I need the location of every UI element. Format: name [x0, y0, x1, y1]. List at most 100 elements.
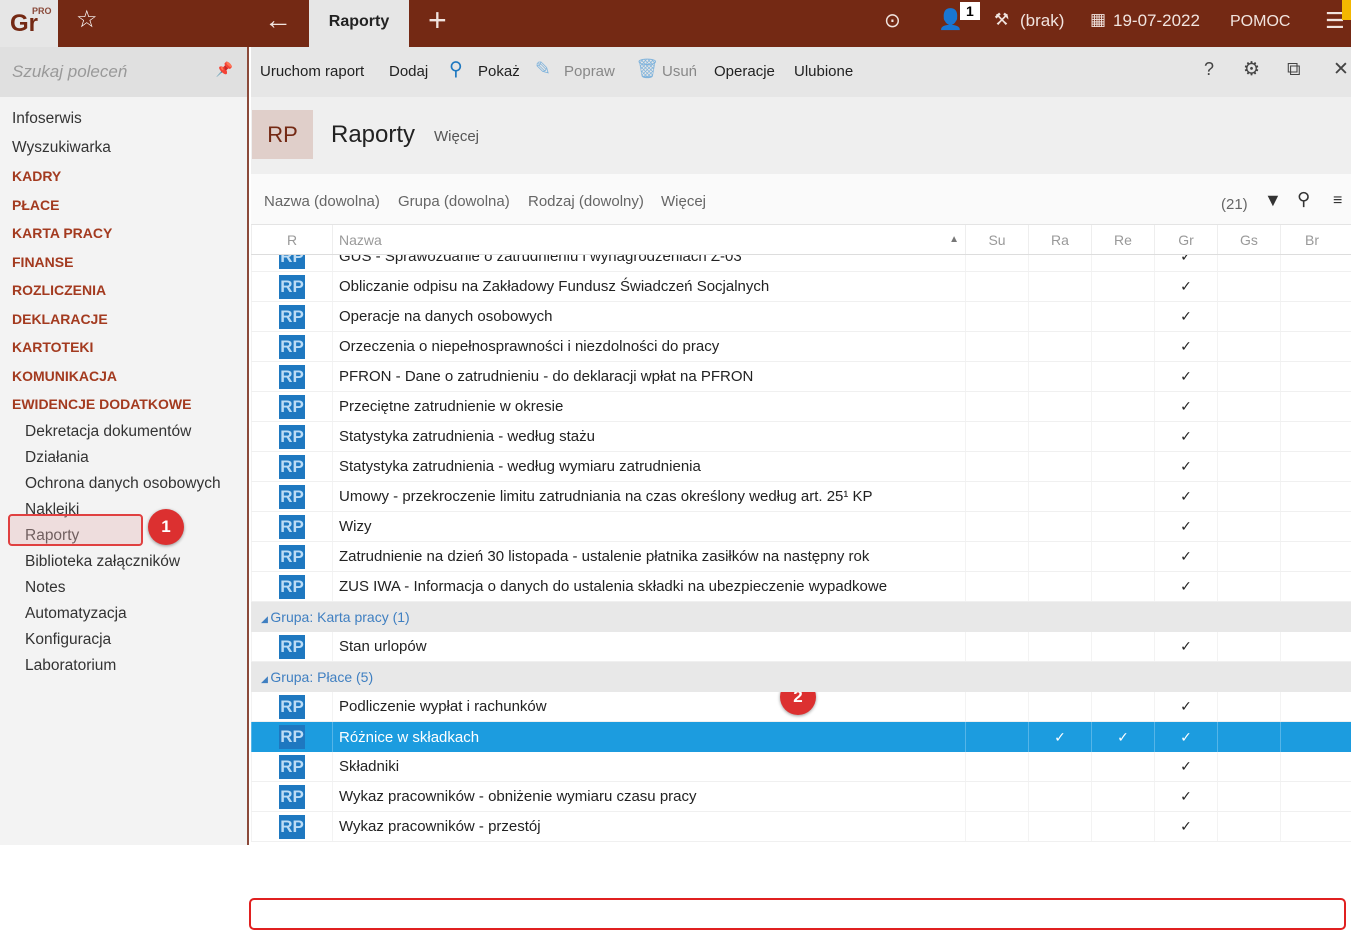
check-cell [965, 512, 1028, 541]
check-cell [965, 752, 1028, 781]
restore-window-icon[interactable]: ⧉ [1287, 59, 1301, 82]
header-more-link[interactable]: Więcej [434, 128, 479, 146]
filter-more[interactable]: Więcej [661, 193, 706, 211]
report-icon: RP [279, 574, 305, 599]
sidebar-item[interactable]: Infoserwis [0, 105, 247, 134]
edit-button[interactable]: Popraw [564, 63, 615, 81]
column-header[interactable]: Re [1091, 225, 1154, 254]
main-panel: Uruchom raport Dodaj ⚲ Pokaż ✎ Popraw 🗑 … [249, 47, 1351, 930]
table-row[interactable]: RP Wizy ✓ [251, 512, 1351, 542]
table-row[interactable]: RP Wykaz pracowników - przestój ✓ [251, 812, 1351, 842]
sidebar-item[interactable]: Konfiguracja [0, 627, 247, 653]
delete-button[interactable]: Usuń [662, 63, 697, 81]
add-button[interactable]: Dodaj [389, 63, 428, 81]
sidebar-item[interactable]: Biblioteka załączników [0, 549, 247, 575]
tab-raporty[interactable]: Raporty [309, 0, 409, 47]
date-label[interactable]: 19-07-2022 [1113, 11, 1200, 31]
sidebar-item[interactable]: KARTA PRACY [0, 219, 247, 248]
toolbar: Uruchom raport Dodaj ⚲ Pokaż ✎ Popraw 🗑 … [251, 47, 1351, 97]
favorite-star-icon[interactable]: ☆ [76, 8, 98, 32]
sidebar-item[interactable]: Automatyzacja [0, 601, 247, 627]
table-row[interactable]: RP Operacje na danych osobowych ✓ [251, 302, 1351, 332]
check-cell: ✓ [1154, 752, 1217, 781]
favorites-button[interactable]: Ulubione [794, 63, 853, 81]
column-header[interactable]: R [251, 225, 332, 254]
highlight-selected-row [249, 898, 1346, 930]
calendar-icon[interactable]: ▦ [1090, 10, 1106, 30]
check-cell [1280, 632, 1343, 661]
help-link[interactable]: POMOC [1230, 12, 1290, 31]
sidebar-item[interactable]: DEKLARACJE [0, 305, 247, 334]
filter-name[interactable]: Nazwa (dowolna) [264, 193, 380, 211]
sidebar-item[interactable]: FINANSE [0, 248, 247, 277]
check-cell: ✓ [1154, 572, 1217, 601]
report-icon: RP [279, 334, 305, 359]
new-tab-plus-icon[interactable]: + [428, 4, 447, 36]
table-row[interactable]: RP Statystyka zatrudnienia - według stażu… [251, 422, 1351, 452]
sidebar-item[interactable]: Działania [0, 445, 247, 471]
check-cell [1217, 392, 1280, 421]
group-row[interactable]: ◢ Grupa: Karta pracy (1) [251, 602, 1351, 632]
column-header[interactable]: Su [965, 225, 1028, 254]
collapse-triangle-icon[interactable]: ◢ [261, 614, 270, 624]
operator-label[interactable]: (brak) [1020, 11, 1064, 31]
sidebar-item[interactable]: PŁACE [0, 191, 247, 220]
settings-gear-icon[interactable]: ⚙ [1243, 59, 1260, 82]
table-row[interactable]: RP Składniki ✓ [251, 752, 1351, 782]
check-cell [1091, 782, 1154, 811]
column-header[interactable]: Nazwa ▲ [332, 225, 965, 254]
collapse-triangle-icon[interactable]: ◢ [261, 674, 270, 684]
search-placeholder: Szukaj poleceń [12, 62, 128, 81]
sidebar-item[interactable]: Notes [0, 575, 247, 601]
operator-icon[interactable]: ⚒ [994, 10, 1009, 30]
check-cell [1091, 392, 1154, 421]
sidebar-item[interactable]: KOMUNIKACJA [0, 362, 247, 391]
table-row[interactable]: RP Stan urlopów ✓ [251, 632, 1351, 662]
command-search-input[interactable]: Szukaj poleceń 📌 [0, 47, 247, 97]
column-header[interactable]: Br [1280, 225, 1343, 254]
column-header[interactable]: Gr [1154, 225, 1217, 254]
table-row[interactable]: RP Zatrudnienie na dzień 30 listopada - u… [251, 542, 1351, 572]
table-row[interactable]: RP Statystyka zatrudnienia - według wymia… [251, 452, 1351, 482]
sidebar-item[interactable]: Dekretacja dokumentów [0, 419, 247, 445]
operations-button[interactable]: Operacje [714, 63, 775, 81]
sidebar-item[interactable]: Ochrona danych osobowych [0, 471, 247, 497]
check-cell [1091, 272, 1154, 301]
table-row[interactable]: RP Umowy - przekroczenie limitu zatrudnia… [251, 482, 1351, 512]
check-cell: ✓ [1154, 722, 1217, 752]
sidebar-item[interactable]: EWIDENCJE DODATKOWE [0, 390, 247, 419]
search-icon[interactable]: ⚲ [1297, 189, 1310, 211]
tasks-check-icon[interactable]: ⊙ [884, 9, 901, 33]
help-button[interactable]: ? [1204, 59, 1214, 81]
column-header[interactable]: Gs [1217, 225, 1280, 254]
group-row[interactable]: ◢ Grupa: Płace (5) [251, 662, 1351, 692]
show-button[interactable]: Pokaż [478, 63, 520, 81]
report-type-cell: RP [251, 422, 332, 451]
columns-menu-icon[interactable]: ≡ [1333, 191, 1342, 210]
sidebar-item[interactable]: Laboratorium [0, 653, 247, 679]
column-header[interactable]: Ra [1028, 225, 1091, 254]
close-icon[interactable]: ✕ [1333, 59, 1349, 82]
filter-group[interactable]: Grupa (dowolna) [398, 193, 510, 211]
check-cell: ✓ [1154, 632, 1217, 661]
sidebar-item[interactable]: KADRY [0, 162, 247, 191]
back-arrow-icon[interactable]: ← [264, 6, 292, 34]
check-cell [1028, 362, 1091, 391]
table-row[interactable]: RP Orzeczenia o niepełnosprawności i niez… [251, 332, 1351, 362]
sidebar-item[interactable]: KARTOTEKI [0, 333, 247, 362]
app-logo[interactable]: Gr PRO [0, 0, 58, 47]
table-row[interactable]: RP Podliczenie wypłat i rachunków ✓ [251, 692, 1351, 722]
run-report-button[interactable]: Uruchom raport [260, 63, 364, 81]
sidebar-item[interactable]: ROZLICZENIA [0, 276, 247, 305]
table-row[interactable]: RP ZUS IWA - Informacja o danych do ustal… [251, 572, 1351, 602]
table-row[interactable]: RP Wykaz pracowników - obniżenie wymiaru … [251, 782, 1351, 812]
filter-kind[interactable]: Rodzaj (dowolny) [528, 193, 644, 211]
sidebar-item[interactable]: Wyszukiwarka [0, 134, 247, 163]
table-row[interactable]: RP Przeciętne zatrudnienie w okresie ✓ [251, 392, 1351, 422]
filter-funnel-icon[interactable]: ▼ [1264, 190, 1282, 212]
table-row[interactable]: RP Różnice w składkach ✓ ✓ ✓ [251, 722, 1351, 752]
table-row[interactable]: RP Obliczanie odpisu na Zakładowy Fundusz… [251, 272, 1351, 302]
table-row[interactable]: RP PFRON - Dane o zatrudnieniu - do dekla… [251, 362, 1351, 392]
pin-icon[interactable]: 📌 [216, 61, 233, 78]
check-cell [1217, 782, 1280, 811]
